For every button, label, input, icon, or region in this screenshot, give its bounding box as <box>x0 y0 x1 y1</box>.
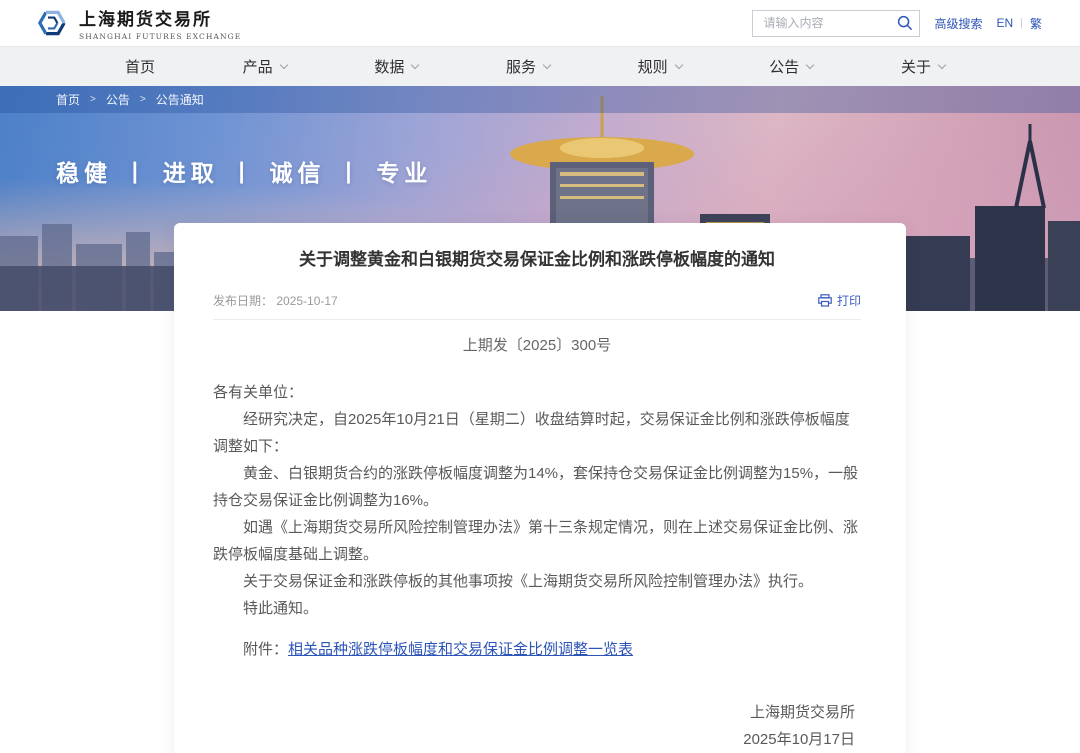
search-icon[interactable] <box>897 15 913 31</box>
lang-traditional-link[interactable]: 繁 <box>1030 15 1042 32</box>
document-number: 上期发〔2025〕300号 <box>213 334 861 355</box>
attachment-row: 附件：相关品种涨跌停板幅度和交易保证金比例调整一览表 <box>213 636 861 663</box>
nav-item-label: 规则 <box>638 56 668 77</box>
lang-en-link[interactable]: EN <box>996 16 1013 30</box>
breadcrumb-separator: > <box>140 94 146 105</box>
print-label: 打印 <box>837 292 861 309</box>
article-paragraph: 关于交易保证金和涨跌停板的其他事项按《上海期货交易所风险控制管理办法》执行。 <box>213 568 861 595</box>
article-card: 关于调整黄金和白银期货交易保证金比例和涨跌停板幅度的通知 发布日期： 2025-… <box>174 223 906 753</box>
signature-block: 上海期货交易所 2025年10月17日 <box>213 699 861 753</box>
breadcrumb: 首页 > 公告 > 公告通知 <box>0 86 1080 113</box>
attachment-label: 附件： <box>243 641 288 658</box>
article-meta: 发布日期： 2025-10-17 打印 <box>213 292 861 309</box>
signature-org: 上海期货交易所 <box>213 699 855 726</box>
nav-item-label: 数据 <box>374 56 404 77</box>
chevron-down-icon <box>411 60 419 68</box>
language-switcher: EN | 繁 <box>996 15 1042 32</box>
publish-date: 发布日期： 2025-10-17 <box>213 292 338 309</box>
shfe-logo[interactable]: 上海期货交易所 SHANGHAI FUTURES EXCHANGE <box>34 5 241 41</box>
publish-date-label: 发布日期： <box>213 294 276 308</box>
breadcrumb-announcements[interactable]: 公告 <box>106 91 130 108</box>
shfe-hexagon-logo-icon <box>34 5 70 41</box>
nav-item-label: 首页 <box>125 56 155 77</box>
breadcrumb-notices: 公告通知 <box>156 91 204 108</box>
search-box <box>752 10 920 37</box>
page-title: 关于调整黄金和白银期货交易保证金比例和涨跌停板幅度的通知 <box>213 249 861 271</box>
nav-item-products[interactable]: 产品 <box>243 56 287 77</box>
print-button[interactable]: 打印 <box>818 292 861 309</box>
main-nav: 首页 产品 数据 服务 规则 公告 关于 <box>0 46 1080 86</box>
nav-item-data[interactable]: 数据 <box>374 56 418 77</box>
article-body: 各有关单位： 经研究决定，自2025年10月21日（星期二）收盘结算时起，交易保… <box>213 379 861 622</box>
chevron-down-icon <box>674 60 682 68</box>
article-paragraph: 特此通知。 <box>213 595 861 622</box>
nav-item-home[interactable]: 首页 <box>125 56 155 77</box>
nav-item-about[interactable]: 关于 <box>901 56 945 77</box>
nav-item-label: 产品 <box>243 56 273 77</box>
logo-title: 上海期货交易所 <box>79 5 241 30</box>
breadcrumb-separator: > <box>90 94 96 105</box>
article-paragraph: 各有关单位： <box>213 379 861 406</box>
nav-item-label: 公告 <box>769 56 799 77</box>
logo-text: 上海期货交易所 SHANGHAI FUTURES EXCHANGE <box>79 5 241 41</box>
nav-item-announcements[interactable]: 公告 <box>769 56 813 77</box>
attachment-link[interactable]: 相关品种涨跌停板幅度和交易保证金比例调整一览表 <box>288 641 633 658</box>
chevron-down-icon <box>806 60 814 68</box>
article-paragraph: 如遇《上海期货交易所风险控制管理办法》第十三条规定情况，则在上述交易保证金比例、… <box>213 514 861 568</box>
search-input[interactable] <box>752 10 920 37</box>
article-paragraph: 经研究决定，自2025年10月21日（星期二）收盘结算时起，交易保证金比例和涨跌… <box>213 406 861 460</box>
chevron-down-icon <box>543 60 551 68</box>
header-utilities: 高级搜索 EN | 繁 <box>752 10 1042 37</box>
nav-item-services[interactable]: 服务 <box>506 56 550 77</box>
banner-slogan: 稳健 丨 进取 丨 诚信 丨 专业 <box>56 154 432 188</box>
logo-subtitle: SHANGHAI FUTURES EXCHANGE <box>79 32 241 41</box>
nav-item-label: 服务 <box>506 56 536 77</box>
article-paragraph: 黄金、白银期货合约的涨跌停板幅度调整为14%，套保持仓交易保证金比例调整为15%… <box>213 460 861 514</box>
lang-divider: | <box>1020 17 1023 29</box>
top-header: 上海期货交易所 SHANGHAI FUTURES EXCHANGE 高级搜索 E… <box>0 0 1080 46</box>
chevron-down-icon <box>279 60 287 68</box>
nav-item-rules[interactable]: 规则 <box>638 56 682 77</box>
printer-icon <box>818 294 832 307</box>
chevron-down-icon <box>938 60 946 68</box>
advanced-search-link[interactable]: 高级搜索 <box>934 15 982 32</box>
publish-date-value: 2025-10-17 <box>276 294 337 308</box>
signature-date: 2025年10月17日 <box>213 726 855 753</box>
nav-item-label: 关于 <box>901 56 931 77</box>
meta-divider <box>213 319 861 320</box>
breadcrumb-home[interactable]: 首页 <box>56 91 80 108</box>
